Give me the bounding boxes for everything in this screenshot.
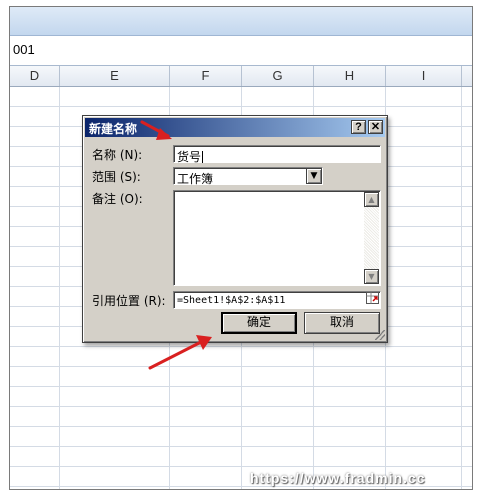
watermark: https://www.fradmin.cc <box>250 470 426 486</box>
red-arrow-icon <box>148 335 212 370</box>
annotation-overlay <box>140 120 212 370</box>
red-arrow-icon <box>140 120 172 140</box>
